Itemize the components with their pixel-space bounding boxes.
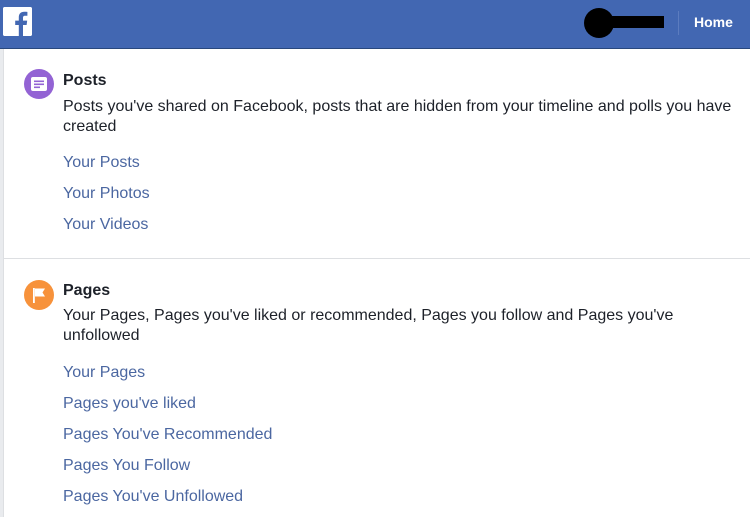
flag-icon [24, 280, 54, 310]
link-your-videos[interactable]: Your Videos [63, 215, 148, 235]
link-your-pages[interactable]: Your Pages [63, 363, 145, 383]
home-link[interactable]: Home [694, 13, 733, 31]
link-pages-recommended[interactable]: Pages You've Recommended [63, 425, 272, 445]
section-description: Your Pages, Pages you've liked or recomm… [63, 307, 674, 344]
link-your-posts[interactable]: Your Posts [63, 153, 140, 173]
posts-icon [24, 69, 54, 99]
section-divider [4, 258, 750, 259]
activity-panel: Posts Posts you've shared on Facebook, p… [3, 49, 750, 517]
link-pages-liked[interactable]: Pages you've liked [63, 394, 196, 414]
section-title: Pages [63, 282, 111, 299]
top-bar: Home [0, 0, 750, 49]
section-description: Posts you've shared on Facebook, posts t… [63, 98, 732, 135]
profile-name-redacted[interactable] [610, 16, 664, 28]
section-title: Posts [63, 72, 107, 89]
facebook-logo-icon[interactable] [3, 7, 32, 36]
link-pages-follow[interactable]: Pages You Follow [63, 456, 190, 476]
link-your-photos[interactable]: Your Photos [63, 184, 150, 204]
divider [678, 11, 679, 35]
link-pages-unfollowed[interactable]: Pages You've Unfollowed [63, 487, 243, 507]
